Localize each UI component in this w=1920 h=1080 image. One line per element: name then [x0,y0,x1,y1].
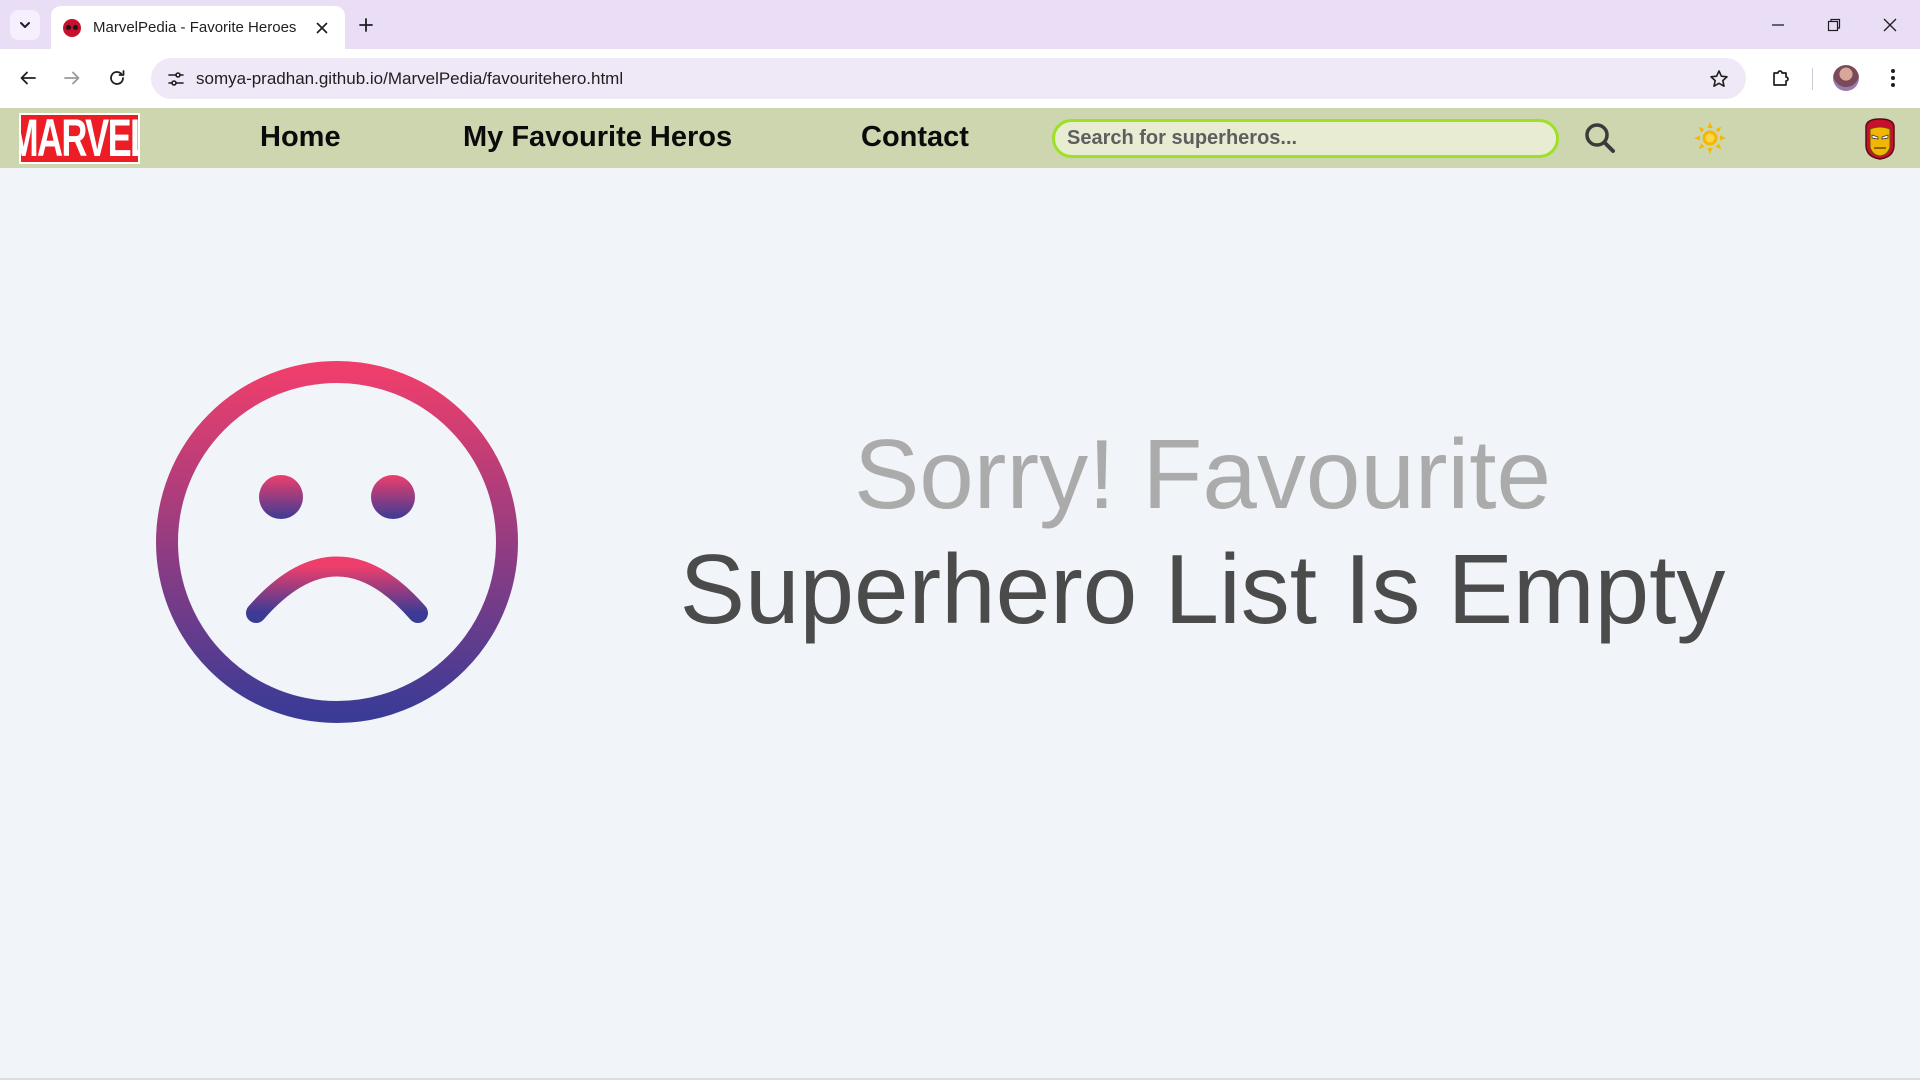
site-info-button[interactable] [159,62,192,95]
restore-window-button[interactable] [1806,0,1862,49]
puzzle-icon [1773,70,1789,86]
reload-button[interactable] [100,61,134,95]
empty-message-line-1: Sorry! Favourite [853,419,1552,529]
nav-link-contact[interactable]: Contact [861,121,969,154]
nav-link-home[interactable]: Home [260,121,341,154]
theme-toggle-button[interactable] [1690,120,1730,156]
search-icon [1585,123,1615,153]
logo-text: MARVEL [21,113,138,164]
reload-icon [110,70,125,85]
browser-toolbar: somya-pradhan.github.io/MarvelPedia/favo… [0,49,1920,108]
new-tab-button[interactable] [352,11,380,39]
active-browser-tab[interactable]: MarvelPedia - Favorite Heroes [51,6,345,49]
browser-tab-strip: MarvelPedia - Favorite Heroes [0,0,1920,49]
profile-button[interactable] [1830,62,1862,94]
url-text[interactable]: somya-pradhan.github.io/MarvelPedia/favo… [196,69,623,89]
tab-title: MarvelPedia - Favorite Heroes [93,19,297,36]
profile-avatar [1833,65,1859,91]
site-navbar: MARVEL Home My Favourite Heros Contact [0,108,1920,168]
tab-search-button[interactable] [10,10,40,40]
search-button[interactable] [1580,120,1620,156]
empty-message-line-2: Superhero List Is Empty [679,534,1726,644]
forward-button[interactable] [55,61,89,95]
tune-icon [167,71,184,86]
marvel-logo[interactable]: MARVEL [19,113,140,164]
restore-icon [1827,18,1841,31]
chevron-down-icon [20,22,30,28]
address-bar[interactable]: somya-pradhan.github.io/MarvelPedia/favo… [151,58,1746,99]
nav-link-my-favourite-heros[interactable]: My Favourite Heros [463,121,732,154]
arrow-right-icon [64,71,80,85]
close-icon [1883,18,1897,31]
superhero-search-input[interactable] [1052,119,1559,158]
kebab-menu-icon [1891,69,1895,87]
sun-icon [1694,122,1726,154]
close-window-button[interactable] [1862,0,1918,49]
minimize-icon [1772,23,1784,26]
sad-face-icon [156,361,518,723]
toolbar-separator [1812,68,1813,90]
browser-menu-button[interactable] [1877,62,1909,94]
arrow-left-icon [20,71,36,85]
bookmark-button[interactable] [1704,64,1734,94]
iron-man-avatar-icon[interactable] [1860,117,1900,161]
back-button[interactable] [11,61,45,95]
plus-icon [359,18,373,32]
close-icon [316,22,328,33]
star-icon [1710,70,1728,87]
minimize-window-button[interactable] [1750,0,1806,49]
deadpool-favicon-icon [63,18,81,37]
tab-close-button[interactable] [311,17,333,39]
extensions-button[interactable] [1765,62,1797,94]
